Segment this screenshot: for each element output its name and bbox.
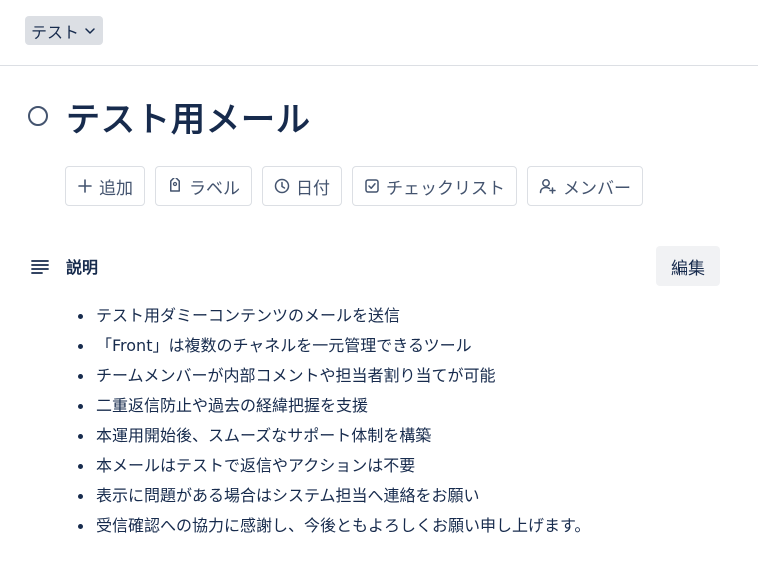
card-title[interactable]: テスト用メール [66,92,311,141]
edit-description-button[interactable]: 編集 [656,246,720,286]
list-item: チームメンバーが内部コメントや担当者割り当てが可能 [75,361,735,391]
chevron-down-icon [85,27,95,34]
description-content[interactable]: テスト用ダミーコンテンツのメールを送信 「Front」は複数のチャネルを一元管理… [75,301,735,541]
description-lines-icon [31,260,49,274]
checklist-button[interactable]: チェックリスト [352,166,517,206]
add-button-label: 追加 [99,178,133,199]
card-header-bar: テスト [0,0,758,66]
checklist-button-label: チェックリスト [386,178,505,199]
members-button-label: メンバー [563,178,631,199]
description-header: 説明 編集 [30,246,720,286]
card-title-row: テスト用メール [28,92,311,140]
list-item: 本メールはテストで返信やアクションは不要 [75,451,735,481]
list-item: 二重返信防止や過去の経緯把握を支援 [75,391,735,421]
list-item: 本運用開始後、スムーズなサポート体制を構築 [75,421,735,451]
list-item: テスト用ダミーコンテンツのメールを送信 [75,301,735,331]
add-member-icon [539,179,556,194]
dates-button-label: 日付 [296,178,330,199]
members-button[interactable]: メンバー [527,166,643,206]
list-item: 受信確認への協力に感謝し、今後ともよろしくお願い申し上げます。 [75,511,735,541]
list-item: 「Front」は複数のチャネルを一元管理できるツール [75,331,735,361]
mark-complete-toggle[interactable] [28,106,48,126]
labels-button[interactable]: ラベル [155,166,252,206]
labels-button-label: ラベル [189,178,240,199]
description-title: 説明 [66,258,99,277]
list-item: 表示に問題がある場合はシステム担当へ連絡をお願い [75,481,735,511]
add-button[interactable]: 追加 [65,166,145,206]
plus-icon [78,179,92,193]
checkbox-icon [365,179,379,193]
clock-icon [274,178,290,194]
list-selector-button[interactable]: テスト [25,16,104,45]
card-actions: 追加 ラベル 日付 チェックリスト メンバー [65,166,643,206]
list-name: テスト [31,22,80,42]
dates-button[interactable]: 日付 [262,166,342,206]
tag-icon [170,178,180,192]
